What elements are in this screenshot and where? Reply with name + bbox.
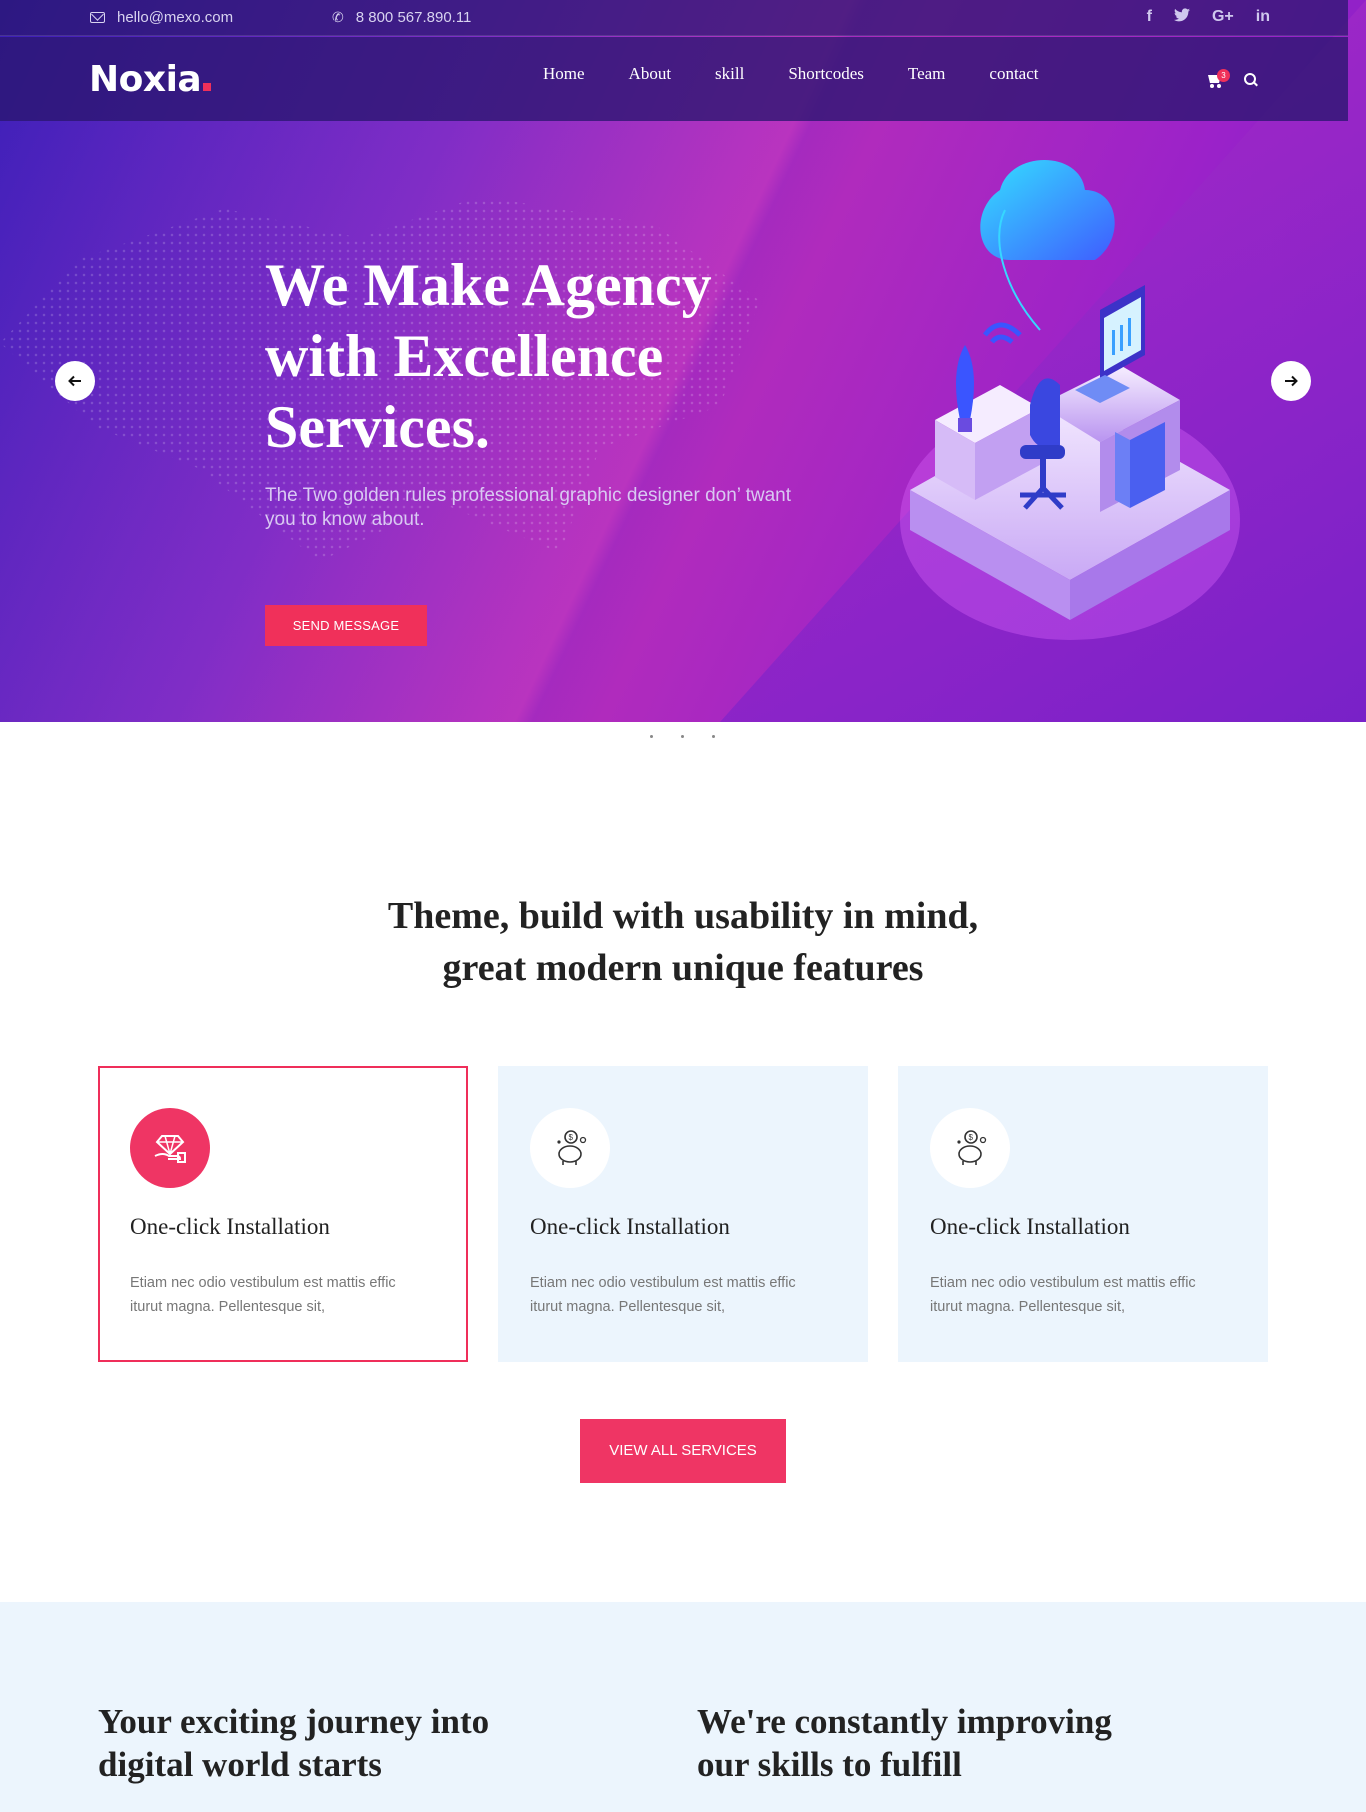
improving-heading: We're constantly improving our skills to…	[697, 1700, 1112, 1786]
cart-icon[interactable]: 3	[1206, 69, 1230, 89]
journey-heading: Your exciting journey into digital world…	[98, 1700, 489, 1786]
improving-heading-line: our skills to fulfill	[697, 1745, 962, 1784]
cart-wheel	[1210, 84, 1214, 88]
nav-item-home[interactable]: Home	[543, 64, 585, 84]
slider-next-button[interactable]	[1271, 361, 1311, 401]
phone-text: 8 800 567.890.11	[355, 9, 472, 26]
envelope-icon	[90, 12, 105, 23]
feature-card[interactable]: One-click Installation Etiam nec odio ve…	[98, 1066, 468, 1362]
svg-text:$: $	[969, 1133, 974, 1142]
view-all-services-button[interactable]: VIEW ALL SERVICES	[580, 1419, 786, 1483]
main-navbar: Noxia Home About skill Shortcodes Team c…	[0, 37, 1348, 121]
arrow-left-icon	[68, 375, 81, 387]
send-message-button[interactable]: SEND MESSAGE	[265, 605, 427, 646]
card-text: Etiam nec odio vestibulum est mattis eff…	[930, 1275, 1196, 1315]
hero-title-line: We Make Agency	[265, 252, 712, 318]
features-heading-line: great modern unique features	[442, 947, 924, 989]
feature-card[interactable]: $ One-click Installation Etiam nec odio …	[898, 1066, 1268, 1362]
cart-count-badge: 3	[1217, 69, 1230, 82]
site-logo[interactable]: Noxia	[89, 59, 212, 100]
card-title: One-click Installation	[930, 1214, 1130, 1239]
journey-section: Your exciting journey into digital world…	[0, 1602, 1366, 1812]
card-text: Etiam nec odio vestibulum est mattis eff…	[130, 1275, 396, 1315]
journey-heading-line: digital world starts	[98, 1745, 382, 1784]
slider-dot[interactable]	[650, 735, 653, 738]
hero-section: hello@mexo.com ✆ 8 800 567.890.11 f G+ i…	[0, 0, 1366, 722]
piggy-bank-icon: $	[530, 1108, 610, 1188]
svg-text:$: $	[569, 1133, 574, 1142]
card-text: Etiam nec odio vestibulum est mattis eff…	[530, 1275, 796, 1315]
slider-dot[interactable]	[681, 735, 684, 738]
slider-dots	[650, 735, 715, 738]
features-heading-line: Theme, build with usability in mind,	[387, 895, 979, 937]
card-title: One-click Installation	[130, 1214, 330, 1239]
search-icon[interactable]	[1244, 73, 1258, 87]
nav-item-contact[interactable]: contact	[989, 64, 1038, 84]
nav-item-shortcodes[interactable]: Shortcodes	[788, 64, 864, 84]
slider-dot[interactable]	[712, 735, 715, 738]
diamond-hand-icon	[130, 1108, 210, 1188]
linkedin-icon[interactable]: in	[1256, 8, 1270, 27]
top-bar: hello@mexo.com ✆ 8 800 567.890.11 f G+ i…	[0, 0, 1348, 36]
twitter-icon[interactable]	[1173, 8, 1190, 27]
social-links: f G+ in	[1147, 8, 1270, 27]
google-plus-icon[interactable]: G+	[1212, 8, 1234, 27]
logo-dot	[203, 83, 212, 91]
isometric-workspace-illustration	[900, 160, 1240, 640]
email-text: hello@mexo.com	[117, 9, 234, 26]
hero-title-line: with Excellence	[265, 323, 664, 389]
logo-text: Noxia	[89, 59, 202, 100]
nav-item-about[interactable]: About	[629, 64, 672, 84]
hero-subtitle: The Two golden rules professional graphi…	[265, 485, 791, 530]
contact-email[interactable]: hello@mexo.com	[90, 9, 233, 26]
facebook-icon[interactable]: f	[1147, 8, 1152, 27]
nav-item-team[interactable]: Team	[908, 64, 946, 84]
feature-card[interactable]: $ One-click Installation Etiam nec odio …	[498, 1066, 868, 1362]
slider-prev-button[interactable]	[55, 361, 95, 401]
arrow-right-icon	[1285, 375, 1298, 387]
piggy-bank-icon: $	[930, 1108, 1010, 1188]
nav-menu: Home About skill Shortcodes Team contact	[543, 64, 1083, 84]
hero-title-line: Services.	[265, 394, 490, 460]
card-title: One-click Installation	[530, 1214, 730, 1239]
journey-heading-line: Your exciting journey into	[98, 1702, 490, 1741]
nav-item-skill[interactable]: skill	[715, 64, 744, 84]
hero-title: We Make Agency with Excellence Services.	[265, 250, 785, 463]
cart-wheel	[1217, 84, 1221, 88]
features-heading: Theme, build with usability in mind, gre…	[0, 890, 1366, 994]
improving-heading-line: We're constantly improving	[697, 1702, 1112, 1741]
phone-icon: ✆	[332, 9, 344, 25]
contact-phone[interactable]: ✆ 8 800 567.890.11	[332, 9, 471, 26]
